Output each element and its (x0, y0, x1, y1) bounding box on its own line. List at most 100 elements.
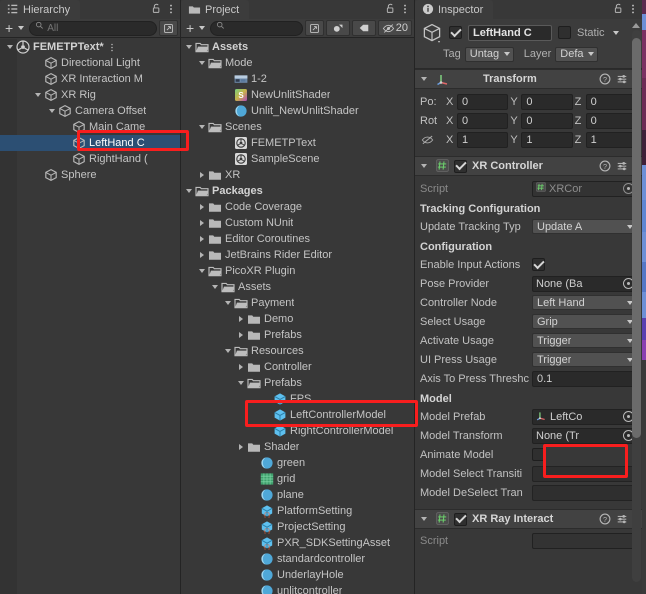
chevron-down-icon[interactable] (183, 183, 195, 199)
tree-row[interactable]: Unlit_NewUnlitShader (181, 103, 414, 119)
rotation-z-field[interactable]: 0 (585, 112, 637, 129)
tab-inspector[interactable]: Inspector (415, 0, 494, 19)
select-usage-dropdown[interactable]: Grip (532, 314, 637, 329)
lock-icon[interactable] (385, 3, 396, 17)
chevron-right-icon[interactable] (235, 439, 247, 455)
chevron-down-icon[interactable] (46, 103, 58, 119)
tree-row[interactable]: Shader (181, 439, 414, 455)
tree-row[interactable]: {} PXR_SDKSettingAsset (181, 535, 414, 551)
animate-model-checkbox[interactable] (532, 448, 545, 461)
tree-row[interactable]: Prefabs (181, 375, 414, 391)
activate-usage-dropdown[interactable]: Trigger (532, 333, 637, 348)
inspector-scrollbar[interactable] (632, 30, 641, 582)
tree-row[interactable]: Camera Offset (0, 103, 180, 119)
tree-row[interactable]: FEMETPText* (0, 39, 180, 55)
tree-row[interactable]: XR Interaction M (0, 71, 180, 87)
scale-x-field[interactable]: 1 (457, 131, 509, 148)
kebab-menu-icon[interactable] (403, 3, 407, 17)
tree-row[interactable]: Packages (181, 183, 414, 199)
tree-row[interactable]: Custom NUnit (181, 215, 414, 231)
model-deselect-transition-field[interactable] (532, 484, 637, 501)
asset-type-filter-icon[interactable] (325, 20, 350, 36)
tree-row[interactable]: Scenes (181, 119, 414, 135)
chevron-right-icon[interactable] (235, 327, 247, 343)
scale-lock-icon[interactable] (420, 134, 446, 146)
chevron-down-icon[interactable] (196, 55, 208, 71)
chevron-down-icon[interactable] (196, 263, 208, 279)
model-select-transition-field[interactable] (532, 465, 637, 482)
component-header-transform[interactable]: Transform ? (415, 69, 642, 89)
tree-row[interactable]: FEMETPText (181, 135, 414, 151)
tree-row[interactable]: SampleScene (181, 151, 414, 167)
create-gameobject-button[interactable]: + (2, 20, 27, 36)
layer-dropdown[interactable]: Defa (555, 46, 599, 62)
tree-row[interactable]: PicoXR Plugin (181, 263, 414, 279)
label-filter-icon[interactable] (351, 20, 376, 36)
help-icon[interactable]: ? (599, 160, 611, 172)
tree-row[interactable]: Editor Coroutines (181, 231, 414, 247)
tree-row[interactable]: RightControllerModel (181, 423, 414, 439)
hidden-assets-count-button[interactable]: 20 (377, 20, 412, 36)
chevron-right-icon[interactable] (196, 199, 208, 215)
chevron-right-icon[interactable] (235, 359, 247, 375)
kebab-menu-icon[interactable] (110, 42, 114, 53)
preset-icon[interactable] (616, 513, 628, 525)
kebab-menu-icon[interactable] (169, 3, 173, 17)
tree-row[interactable]: 1-2 (181, 71, 414, 87)
position-z-field[interactable]: 0 (585, 93, 637, 110)
gameobject-enabled-checkbox[interactable] (449, 26, 462, 39)
chevron-down-icon[interactable] (32, 87, 44, 103)
tree-row[interactable]: Sphere (0, 167, 180, 183)
tree-row[interactable]: Mode (181, 55, 414, 71)
project-search-input[interactable] (210, 20, 303, 36)
ui-press-usage-dropdown[interactable]: Trigger (532, 352, 637, 367)
lock-icon[interactable] (151, 3, 162, 17)
tree-row[interactable]: Code Coverage (181, 199, 414, 215)
rotation-x-field[interactable]: 0 (457, 112, 509, 129)
xr-ray-interactor-foldout-arrow-icon[interactable] (417, 511, 431, 527)
chevron-down-icon[interactable] (183, 39, 195, 55)
chevron-right-icon[interactable] (196, 167, 208, 183)
project-search-field[interactable] (228, 22, 297, 34)
chevron-right-icon[interactable] (196, 247, 208, 263)
scale-z-field[interactable]: 1 (585, 131, 637, 148)
tree-row[interactable]: Prefabs (181, 327, 414, 343)
transform-foldout-arrow-icon[interactable] (417, 71, 431, 87)
controller-node-dropdown[interactable]: Left Hand (532, 295, 637, 310)
chevron-down-icon[interactable] (209, 279, 221, 295)
tree-row[interactable]: plane (181, 487, 414, 503)
tree-row[interactable]: Demo (181, 311, 414, 327)
tree-row[interactable]: JetBrains Rider Editor (181, 247, 414, 263)
tree-row[interactable]: Resources (181, 343, 414, 359)
static-dropdown-chevron-icon[interactable] (612, 30, 619, 35)
gameobject-name-field[interactable]: LeftHand C (468, 24, 552, 41)
chevron-down-icon[interactable] (196, 119, 208, 135)
tab-project[interactable]: Project (181, 0, 250, 19)
tree-row[interactable]: {} ProjectSetting (181, 519, 414, 535)
chevron-down-icon[interactable] (222, 343, 234, 359)
model-prefab-field[interactable]: LeftCo (532, 408, 637, 425)
chevron-down-icon[interactable] (235, 375, 247, 391)
preset-icon[interactable] (616, 160, 628, 172)
tree-row[interactable]: UnderlayHole (181, 567, 414, 583)
scale-y-field[interactable]: 1 (521, 131, 573, 148)
xr-controller-enabled-checkbox[interactable] (454, 159, 467, 173)
lock-icon[interactable] (613, 3, 624, 17)
hierarchy-search-field[interactable] (47, 22, 151, 34)
kebab-menu-icon[interactable] (631, 3, 635, 17)
rotation-y-field[interactable]: 0 (521, 112, 573, 129)
create-asset-button[interactable]: + (183, 20, 208, 36)
hierarchy-search-mode-button[interactable] (159, 20, 178, 36)
enable-input-actions-checkbox[interactable] (532, 258, 545, 271)
tree-row[interactable]: unlitcontroller (181, 583, 414, 594)
tag-dropdown[interactable]: Untag (464, 46, 514, 62)
help-icon[interactable]: ? (599, 73, 611, 85)
project-tree[interactable]: Assets Mode 1-2 S NewUnlitShader Unlit_NewUnl… (181, 39, 414, 594)
tree-row[interactable]: XR Rig (0, 87, 180, 103)
tree-row[interactable]: LeftHand C (0, 135, 180, 151)
inspector-scrollbar-thumb[interactable] (632, 38, 641, 438)
tree-row[interactable]: green (181, 455, 414, 471)
tree-row[interactable]: Assets (181, 39, 414, 55)
position-y-field[interactable]: 0 (521, 93, 573, 110)
chevron-down-icon[interactable] (222, 295, 234, 311)
